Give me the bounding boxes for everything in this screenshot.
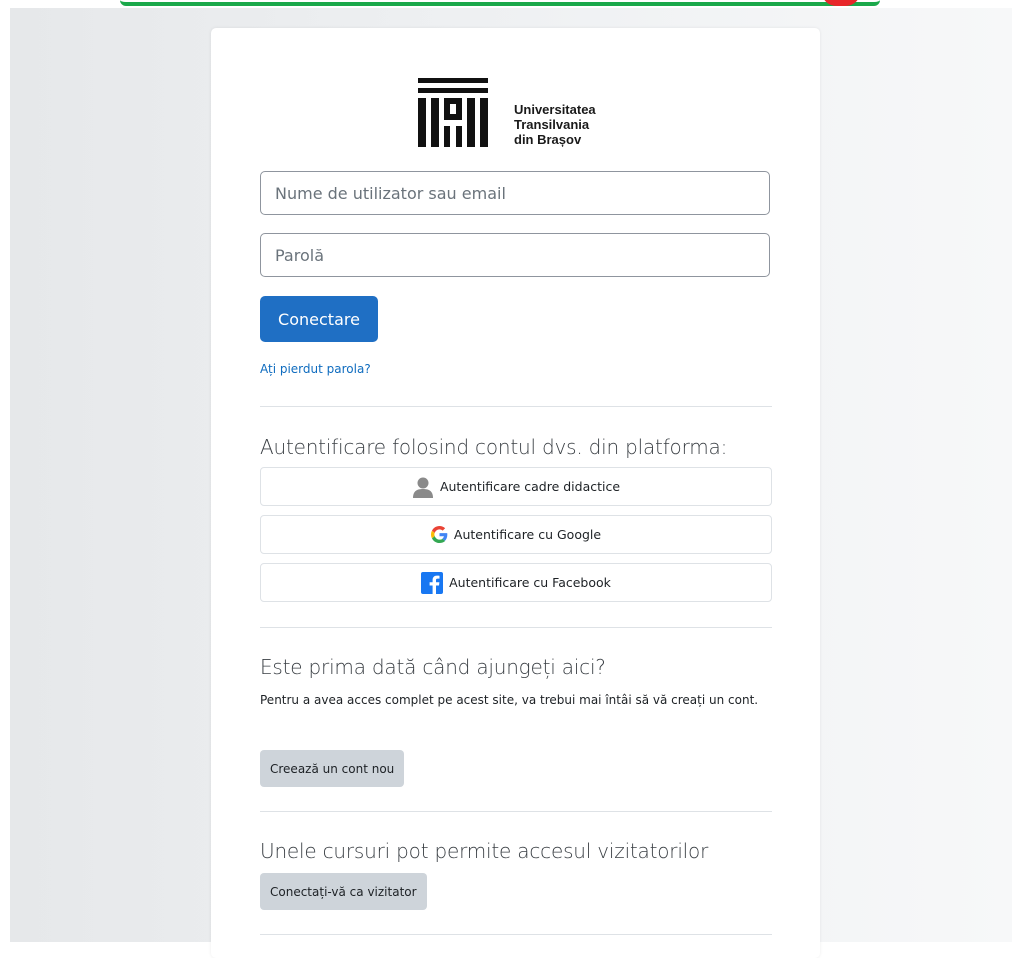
identity-providers-heading: Autentificare folosind contul dvs. din p…	[260, 435, 728, 459]
top-decoration	[0, 0, 1012, 8]
login-button[interactable]: Conectare	[260, 296, 378, 342]
facebook-icon	[421, 571, 444, 594]
university-name: Universitatea Transilvania din Brașov	[514, 102, 596, 147]
signup-text: Pentru a avea acces complet pe acest sit…	[260, 693, 759, 707]
divider	[260, 406, 772, 407]
create-account-button[interactable]: Creează un cont nou	[260, 750, 405, 787]
user-icon	[412, 477, 433, 498]
password-input[interactable]	[260, 233, 770, 277]
guest-login-button[interactable]: Conectați-vă ca vizitator	[260, 873, 427, 910]
divider	[260, 934, 772, 935]
facebook-login-button[interactable]: Autentificare cu Facebook	[260, 563, 772, 602]
teacher-login-label: Autentificare cadre didactice	[439, 479, 621, 494]
google-login-button[interactable]: Autentificare cu Google	[260, 515, 772, 554]
university-name-line-3: din Brașov	[514, 132, 582, 147]
divider	[260, 627, 772, 628]
signup-heading: Este prima dată când ajungeți aici?	[260, 655, 606, 679]
google-login-label: Autentificare cu Google	[453, 527, 602, 542]
guest-heading: Unele cursuri pot permite accesul vizita…	[260, 839, 709, 863]
google-icon	[430, 526, 448, 543]
teacher-login-button[interactable]: Autentificare cadre didactice	[260, 467, 772, 506]
username-input[interactable]	[260, 171, 770, 215]
forgot-password-link[interactable]: Ați pierdut parola?	[260, 362, 371, 376]
login-card: Universitatea Transilvania din Brașov Co…	[211, 28, 820, 958]
university-name-line-2: Transilvania	[514, 117, 590, 132]
divider	[260, 811, 772, 812]
green-accent	[120, 0, 880, 6]
facebook-login-label: Autentificare cu Facebook	[449, 575, 611, 590]
university-name-line-1: Universitatea	[514, 102, 596, 117]
